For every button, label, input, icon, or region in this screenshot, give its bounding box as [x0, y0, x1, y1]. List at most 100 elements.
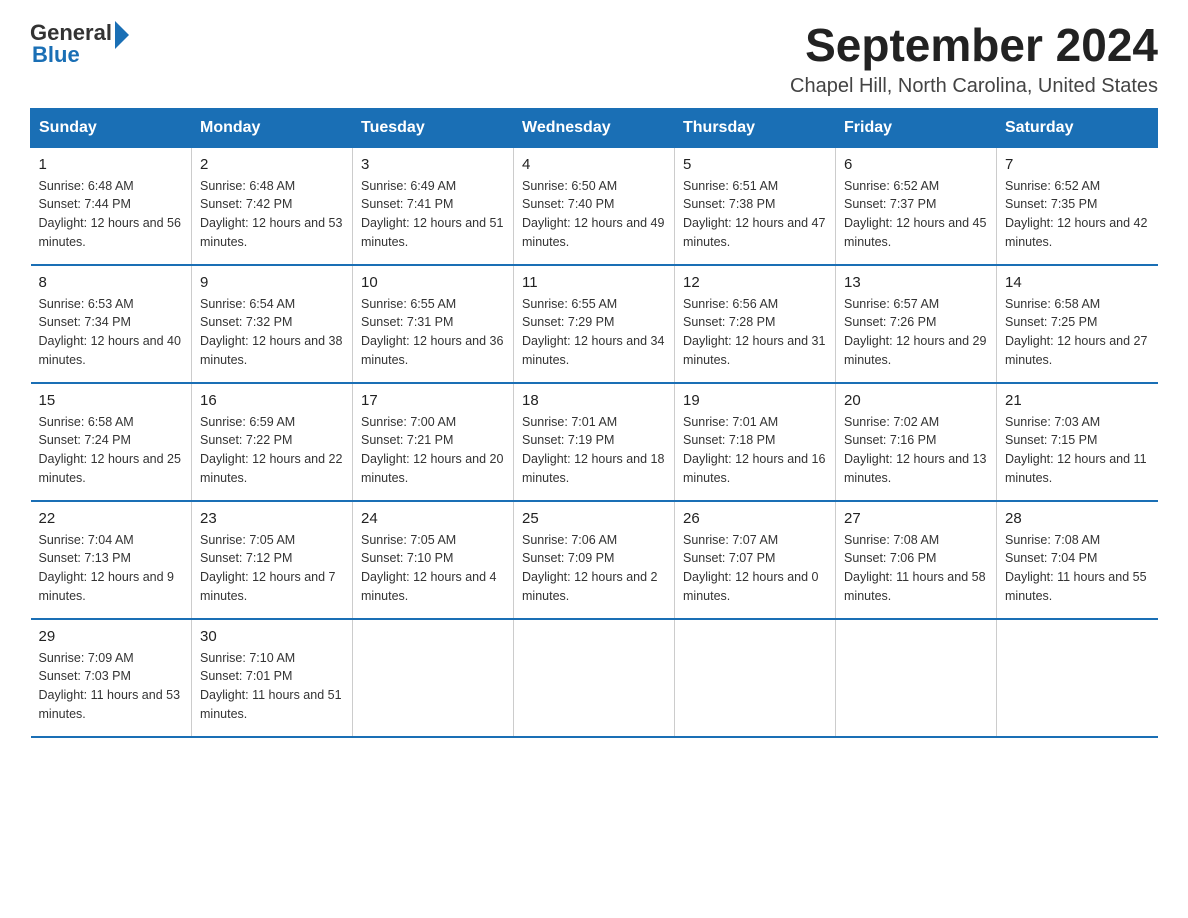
logo: General Blue [30, 20, 129, 68]
title-section: September 2024 Chapel Hill, North Caroli… [790, 20, 1158, 98]
day-info: Sunrise: 6:50 AMSunset: 7:40 PMDaylight:… [522, 177, 666, 252]
day-info: Sunrise: 6:49 AMSunset: 7:41 PMDaylight:… [361, 177, 505, 252]
day-info: Sunrise: 7:08 AMSunset: 7:04 PMDaylight:… [1005, 531, 1150, 606]
calendar-cell: 11 Sunrise: 6:55 AMSunset: 7:29 PMDayligh… [514, 265, 675, 383]
day-number: 11 [522, 274, 666, 291]
day-info: Sunrise: 7:02 AMSunset: 7:16 PMDaylight:… [844, 413, 988, 488]
day-number: 17 [361, 392, 505, 409]
day-info: Sunrise: 7:01 AMSunset: 7:19 PMDaylight:… [522, 413, 666, 488]
calendar-week-row: 22Sunrise: 7:04 AMSunset: 7:13 PMDayligh… [31, 501, 1158, 619]
day-info: Sunrise: 7:10 AMSunset: 7:01 PMDaylight:… [200, 649, 344, 724]
day-number: 8 [39, 274, 184, 291]
day-info: Sunrise: 6:51 AMSunset: 7:38 PMDaylight:… [683, 177, 827, 252]
weekday-header-sunday: Sunday [31, 108, 192, 147]
day-info: Sunrise: 7:05 AMSunset: 7:12 PMDaylight:… [200, 531, 344, 606]
logo-blue-text: Blue [30, 42, 129, 68]
day-info: Sunrise: 6:58 AMSunset: 7:25 PMDaylight:… [1005, 295, 1150, 370]
calendar-cell: 23 Sunrise: 7:05 AMSunset: 7:12 PMDayligh… [192, 501, 353, 619]
day-number: 2 [200, 156, 344, 173]
day-number: 30 [200, 628, 344, 645]
calendar-cell [514, 619, 675, 737]
day-number: 18 [522, 392, 666, 409]
day-info: Sunrise: 7:00 AMSunset: 7:21 PMDaylight:… [361, 413, 505, 488]
calendar-cell: 27Sunrise: 7:08 AMSunset: 7:06 PMDayligh… [836, 501, 997, 619]
day-info: Sunrise: 6:57 AMSunset: 7:26 PMDaylight:… [844, 295, 988, 370]
calendar-cell: 14 Sunrise: 6:58 AMSunset: 7:25 PMDayligh… [997, 265, 1158, 383]
day-info: Sunrise: 6:54 AMSunset: 7:32 PMDaylight:… [200, 295, 344, 370]
weekday-header-monday: Monday [192, 108, 353, 147]
day-info: Sunrise: 6:55 AMSunset: 7:29 PMDaylight:… [522, 295, 666, 370]
calendar-cell: 26 Sunrise: 7:07 AMSunset: 7:07 PMDayligh… [675, 501, 836, 619]
calendar-week-row: 1 Sunrise: 6:48 AMSunset: 7:44 PMDaylight… [31, 147, 1158, 265]
day-info: Sunrise: 6:53 AMSunset: 7:34 PMDaylight:… [39, 295, 184, 370]
calendar-cell: 20 Sunrise: 7:02 AMSunset: 7:16 PMDayligh… [836, 383, 997, 501]
calendar-cell: 19Sunrise: 7:01 AMSunset: 7:18 PMDayligh… [675, 383, 836, 501]
calendar-cell [353, 619, 514, 737]
day-number: 28 [1005, 510, 1150, 527]
day-number: 14 [1005, 274, 1150, 291]
day-number: 26 [683, 510, 827, 527]
day-number: 29 [39, 628, 184, 645]
calendar-cell: 5 Sunrise: 6:51 AMSunset: 7:38 PMDaylight… [675, 147, 836, 265]
day-info: Sunrise: 7:03 AMSunset: 7:15 PMDaylight:… [1005, 413, 1150, 488]
calendar-cell: 3 Sunrise: 6:49 AMSunset: 7:41 PMDaylight… [353, 147, 514, 265]
day-info: Sunrise: 6:52 AMSunset: 7:35 PMDaylight:… [1005, 177, 1150, 252]
day-info: Sunrise: 7:06 AMSunset: 7:09 PMDaylight:… [522, 531, 666, 606]
day-info: Sunrise: 6:58 AMSunset: 7:24 PMDaylight:… [39, 413, 184, 488]
day-info: Sunrise: 6:48 AMSunset: 7:42 PMDaylight:… [200, 177, 344, 252]
calendar-cell: 21Sunrise: 7:03 AMSunset: 7:15 PMDayligh… [997, 383, 1158, 501]
day-number: 6 [844, 156, 988, 173]
calendar-cell: 10Sunrise: 6:55 AMSunset: 7:31 PMDayligh… [353, 265, 514, 383]
calendar-cell: 9Sunrise: 6:54 AMSunset: 7:32 PMDaylight… [192, 265, 353, 383]
calendar-cell: 4 Sunrise: 6:50 AMSunset: 7:40 PMDaylight… [514, 147, 675, 265]
calendar-cell: 18 Sunrise: 7:01 AMSunset: 7:19 PMDayligh… [514, 383, 675, 501]
weekday-header-wednesday: Wednesday [514, 108, 675, 147]
calendar-cell: 2 Sunrise: 6:48 AMSunset: 7:42 PMDaylight… [192, 147, 353, 265]
calendar-week-row: 15Sunrise: 6:58 AMSunset: 7:24 PMDayligh… [31, 383, 1158, 501]
calendar-cell: 1 Sunrise: 6:48 AMSunset: 7:44 PMDaylight… [31, 147, 192, 265]
calendar-cell: 7 Sunrise: 6:52 AMSunset: 7:35 PMDaylight… [997, 147, 1158, 265]
calendar-cell: 24Sunrise: 7:05 AMSunset: 7:10 PMDayligh… [353, 501, 514, 619]
day-number: 20 [844, 392, 988, 409]
day-number: 13 [844, 274, 988, 291]
day-info: Sunrise: 6:56 AMSunset: 7:28 PMDaylight:… [683, 295, 827, 370]
calendar-cell: 22Sunrise: 7:04 AMSunset: 7:13 PMDayligh… [31, 501, 192, 619]
day-number: 27 [844, 510, 988, 527]
calendar-cell: 29 Sunrise: 7:09 AMSunset: 7:03 PMDayligh… [31, 619, 192, 737]
calendar-cell: 12Sunrise: 6:56 AMSunset: 7:28 PMDayligh… [675, 265, 836, 383]
day-number: 24 [361, 510, 505, 527]
weekday-header-tuesday: Tuesday [353, 108, 514, 147]
calendar-cell [675, 619, 836, 737]
calendar-cell: 25 Sunrise: 7:06 AMSunset: 7:09 PMDayligh… [514, 501, 675, 619]
weekday-header-thursday: Thursday [675, 108, 836, 147]
day-info: Sunrise: 7:07 AMSunset: 7:07 PMDaylight:… [683, 531, 827, 606]
day-number: 3 [361, 156, 505, 173]
day-info: Sunrise: 6:59 AMSunset: 7:22 PMDaylight:… [200, 413, 344, 488]
day-number: 16 [200, 392, 344, 409]
day-info: Sunrise: 6:52 AMSunset: 7:37 PMDaylight:… [844, 177, 988, 252]
day-number: 5 [683, 156, 827, 173]
calendar-cell [836, 619, 997, 737]
weekday-header-friday: Friday [836, 108, 997, 147]
calendar-cell: 17 Sunrise: 7:00 AMSunset: 7:21 PMDayligh… [353, 383, 514, 501]
calendar-body: 1 Sunrise: 6:48 AMSunset: 7:44 PMDaylight… [31, 147, 1158, 737]
day-number: 22 [39, 510, 184, 527]
month-year-heading: September 2024 [790, 20, 1158, 71]
day-number: 10 [361, 274, 505, 291]
day-number: 25 [522, 510, 666, 527]
day-info: Sunrise: 7:09 AMSunset: 7:03 PMDaylight:… [39, 649, 184, 724]
calendar-cell: 28 Sunrise: 7:08 AMSunset: 7:04 PMDayligh… [997, 501, 1158, 619]
calendar-week-row: 8 Sunrise: 6:53 AMSunset: 7:34 PMDaylight… [31, 265, 1158, 383]
day-number: 23 [200, 510, 344, 527]
day-number: 1 [39, 156, 184, 173]
day-number: 7 [1005, 156, 1150, 173]
day-number: 19 [683, 392, 827, 409]
calendar-cell: 6 Sunrise: 6:52 AMSunset: 7:37 PMDaylight… [836, 147, 997, 265]
calendar-cell [997, 619, 1158, 737]
calendar-cell: 8 Sunrise: 6:53 AMSunset: 7:34 PMDaylight… [31, 265, 192, 383]
day-number: 4 [522, 156, 666, 173]
weekday-header-row: SundayMondayTuesdayWednesdayThursdayFrid… [31, 108, 1158, 147]
weekday-header-saturday: Saturday [997, 108, 1158, 147]
calendar-cell: 30 Sunrise: 7:10 AMSunset: 7:01 PMDayligh… [192, 619, 353, 737]
day-info: Sunrise: 6:48 AMSunset: 7:44 PMDaylight:… [39, 177, 184, 252]
